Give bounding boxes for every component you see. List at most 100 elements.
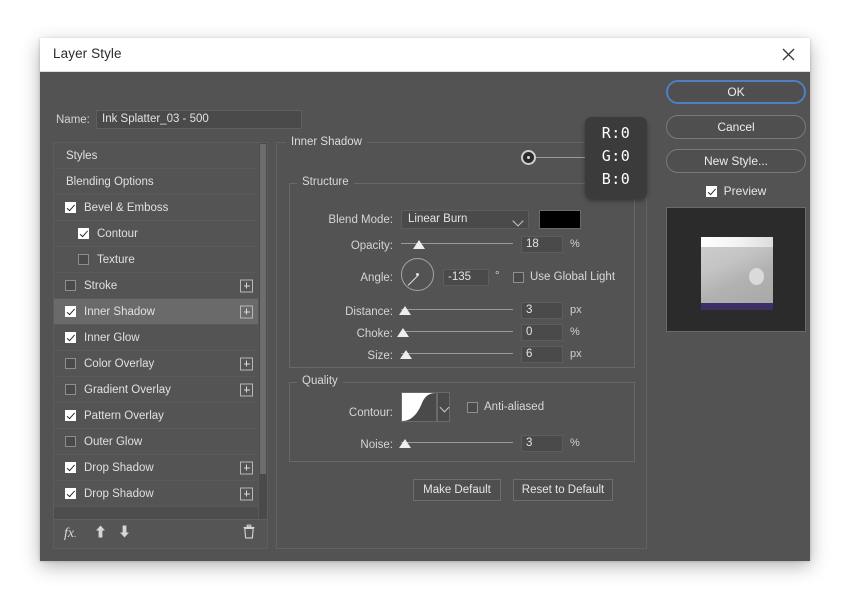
use-global-light-label: Use Global Light: [530, 271, 616, 283]
angle-dial[interactable]: [401, 258, 434, 291]
style-list-item[interactable]: Inner Glow: [54, 325, 259, 351]
add-effect-icon[interactable]: [240, 357, 253, 370]
style-enable-checkbox[interactable]: [65, 358, 76, 369]
fx-icon[interactable]: fx.: [64, 526, 76, 542]
new-style-button[interactable]: New Style...: [666, 149, 806, 173]
styles-list-scrollbar[interactable]: [258, 143, 267, 520]
noise-slider[interactable]: [399, 437, 513, 449]
style-list-item[interactable]: Stroke: [54, 273, 259, 299]
choke-slider-track: [401, 331, 513, 332]
style-list-item[interactable]: Blending Options: [54, 169, 259, 195]
style-list-item[interactable]: Pattern Overlay: [54, 403, 259, 429]
size-unit: px: [570, 348, 582, 360]
size-slider-knob[interactable]: [400, 350, 412, 359]
contour-preset-dropdown[interactable]: [437, 392, 450, 422]
close-icon[interactable]: [766, 38, 810, 71]
opacity-label: Opacity:: [350, 240, 393, 252]
styles-list-panel: Styles Blending Options Bevel & Emboss Cont…: [53, 142, 268, 549]
add-effect-icon[interactable]: [240, 305, 253, 318]
preview-thumbnail: [666, 207, 806, 332]
opacity-slider[interactable]: [401, 238, 513, 250]
screen: Layer Style Name: Ink Splatter_03 - 500 …: [0, 0, 850, 598]
styles-list[interactable]: Styles Blending Options Bevel & Emboss Cont…: [54, 143, 259, 520]
style-list-item[interactable]: Drop Shadow: [54, 481, 259, 507]
opacity-unit: %: [570, 238, 580, 250]
style-item-label: Color Overlay: [84, 357, 155, 370]
preview-dot: [749, 268, 764, 285]
opacity-input[interactable]: 18: [521, 236, 563, 253]
style-list-item[interactable]: Texture: [54, 247, 259, 273]
structure-group: Structure Blend Mode: Linear Burn Opacit…: [289, 176, 635, 368]
noise-unit: %: [570, 437, 580, 449]
size-label: Size:: [367, 350, 393, 362]
style-enable-checkbox[interactable]: [65, 436, 76, 447]
arrow-down-icon[interactable]: [118, 525, 131, 544]
style-list-item[interactable]: Styles: [54, 143, 259, 169]
make-default-button[interactable]: Make Default: [413, 479, 501, 501]
structure-group-title: Structure: [297, 176, 354, 188]
style-list-item[interactable]: Drop Shadow: [54, 455, 259, 481]
name-input[interactable]: Ink Splatter_03 - 500: [96, 110, 302, 129]
distance-label: Distance:: [345, 306, 393, 318]
noise-slider-track: [401, 442, 513, 443]
distance-slider-knob[interactable]: [399, 306, 411, 315]
cancel-button[interactable]: Cancel: [666, 115, 806, 139]
preview-shadow-band: [701, 303, 773, 310]
distance-slider[interactable]: [399, 304, 513, 316]
readout-r: R:0: [601, 124, 631, 142]
angle-label: Angle:: [360, 272, 393, 284]
style-item-label: Outer Glow: [84, 435, 143, 448]
readout-b: B:0: [601, 170, 631, 188]
chevron-down-icon: [512, 215, 524, 227]
style-enable-checkbox[interactable]: [78, 228, 89, 239]
preview-highlight-band: [701, 237, 773, 247]
add-effect-icon[interactable]: [240, 383, 253, 396]
style-enable-checkbox[interactable]: [65, 462, 76, 473]
choke-label: Choke:: [356, 328, 393, 340]
add-effect-icon[interactable]: [240, 487, 253, 500]
shadow-color-swatch[interactable]: [539, 210, 581, 229]
blend-mode-select[interactable]: Linear Burn: [401, 210, 529, 229]
style-item-label: Contour: [97, 227, 138, 240]
style-enable-checkbox[interactable]: [65, 280, 76, 291]
style-list-item[interactable]: Inner Shadow: [54, 299, 259, 325]
style-enable-checkbox[interactable]: [78, 254, 89, 265]
anti-aliased-checkbox[interactable]: [467, 402, 478, 413]
style-enable-checkbox[interactable]: [65, 410, 76, 421]
add-effect-icon[interactable]: [240, 279, 253, 292]
noise-input[interactable]: 3: [521, 435, 563, 452]
preview-checkbox[interactable]: [705, 185, 717, 197]
size-slider[interactable]: [400, 348, 513, 360]
angle-unit: °: [495, 270, 500, 282]
style-list-item[interactable]: Gradient Overlay: [54, 377, 259, 403]
preview-toggle[interactable]: Preview: [666, 182, 806, 200]
choke-input[interactable]: 0: [521, 324, 563, 341]
scrollbar-thumb[interactable]: [260, 144, 266, 474]
add-effect-icon[interactable]: [240, 461, 253, 474]
reset-to-default-button[interactable]: Reset to Default: [513, 479, 613, 501]
style-list-item[interactable]: Bevel & Emboss: [54, 195, 259, 221]
use-global-light-checkbox[interactable]: [513, 272, 524, 283]
trash-icon[interactable]: [243, 524, 255, 544]
style-enable-checkbox[interactable]: [65, 332, 76, 343]
style-enable-checkbox[interactable]: [65, 202, 76, 213]
arrow-up-icon[interactable]: [94, 525, 107, 544]
style-list-item[interactable]: Color Overlay: [54, 351, 259, 377]
ok-button[interactable]: OK: [666, 80, 806, 104]
opacity-slider-knob[interactable]: [413, 240, 425, 249]
choke-slider[interactable]: [397, 326, 513, 338]
angle-input[interactable]: -135: [443, 269, 489, 286]
size-input[interactable]: 6: [521, 346, 563, 363]
style-enable-checkbox[interactable]: [65, 488, 76, 499]
choke-slider-knob[interactable]: [397, 328, 409, 337]
style-list-item[interactable]: Contour: [54, 221, 259, 247]
noise-slider-knob[interactable]: [399, 439, 411, 448]
style-enable-checkbox[interactable]: [65, 384, 76, 395]
contour-preset-thumbnail[interactable]: [401, 392, 437, 422]
style-list-item[interactable]: Outer Glow: [54, 429, 259, 455]
chevron-down-icon: [439, 402, 450, 413]
angle-dial-center: [416, 273, 419, 276]
style-enable-checkbox[interactable]: [65, 306, 76, 317]
distance-input[interactable]: 3: [521, 302, 563, 319]
preview-label: Preview: [723, 184, 767, 198]
